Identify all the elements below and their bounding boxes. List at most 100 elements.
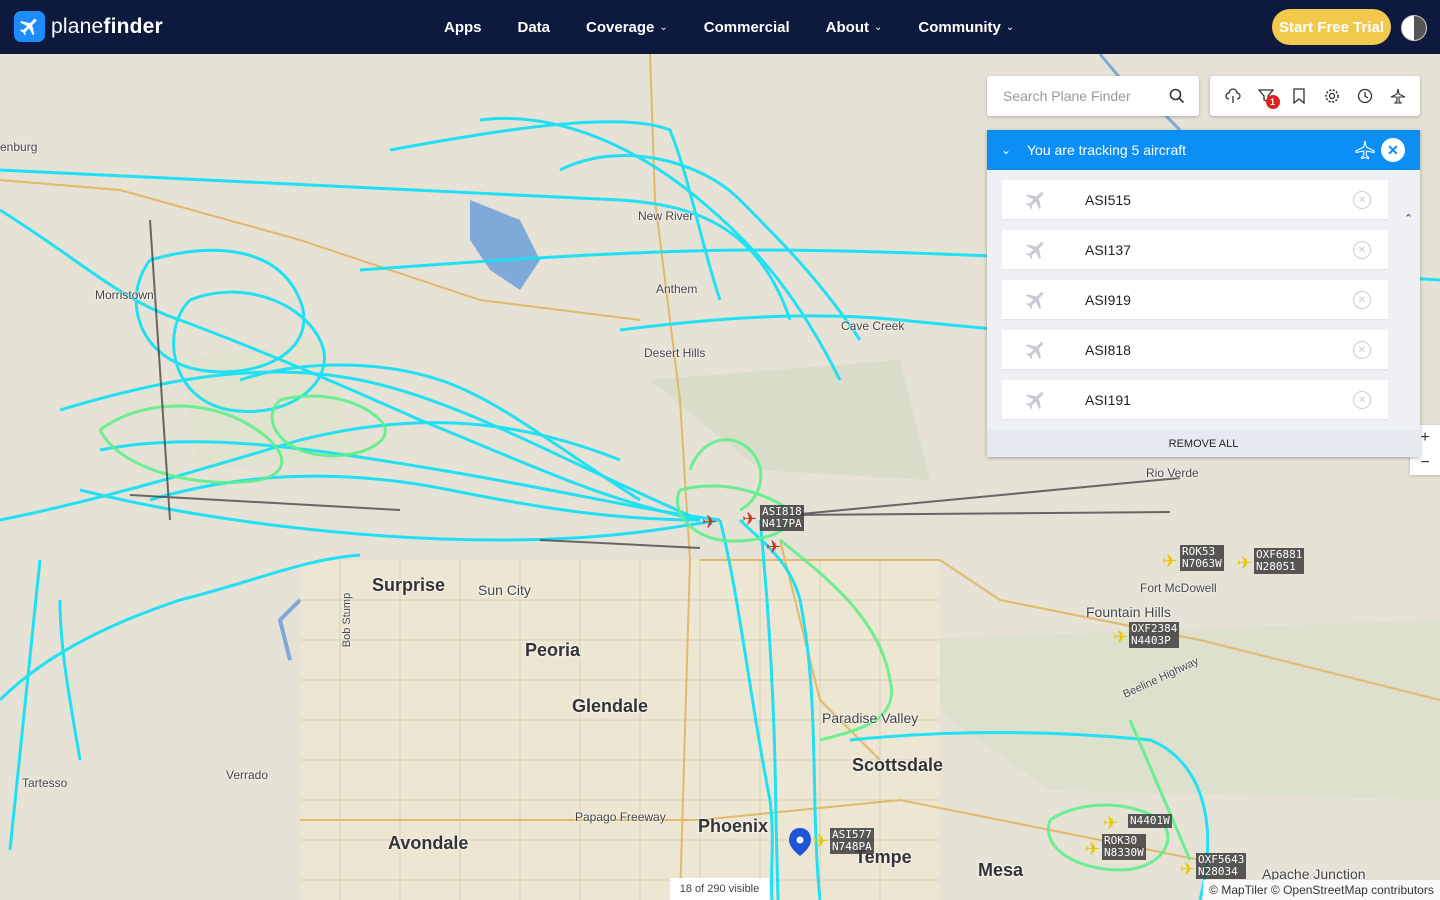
nav-commercial-label: Commercial <box>703 18 790 36</box>
search-icon[interactable] <box>1169 88 1185 109</box>
tracking-panel: ⌄ You are tracking 5 aircraft ✕ ASI515 ✕… <box>987 130 1420 457</box>
brand-logo[interactable]: planefinder <box>14 11 163 42</box>
place-label: Cave Creek <box>841 319 905 333</box>
place-label: Rio Verde <box>1146 466 1199 480</box>
chevron-down-icon[interactable]: ⌄ <box>1001 143 1013 157</box>
tracked-aircraft-callsign: ASI818 <box>1085 342 1131 358</box>
chevron-down-icon: ⌄ <box>1005 21 1015 33</box>
start-free-trial-button[interactable]: Start Free Trial <box>1272 9 1391 45</box>
avatar[interactable] <box>1401 15 1427 41</box>
aircraft-marker-icon[interactable]: ✈ <box>1180 860 1195 878</box>
tracking-header[interactable]: ⌄ You are tracking 5 aircraft ✕ <box>987 130 1420 170</box>
aircraft-marker-icon[interactable]: ✈ <box>702 513 717 531</box>
tracked-aircraft-callsign: ASI191 <box>1085 392 1131 408</box>
plane-icon <box>1024 338 1048 367</box>
place-label: New River <box>638 209 694 223</box>
flight-label[interactable]: OXF2384 N4403P <box>1129 622 1180 648</box>
app-root: planefinder Apps Data Coverage ⌄ Commerci… <box>0 0 1440 900</box>
brand-name-bold: finder <box>103 14 163 38</box>
plane-icon <box>1024 188 1048 217</box>
tracked-aircraft-item[interactable]: ASI191 ✕ <box>1002 380 1388 419</box>
flight-registration: N7063W <box>1182 557 1222 570</box>
brand-name: planefinder <box>51 15 163 39</box>
tracking-title: You are tracking 5 aircraft <box>1027 142 1187 158</box>
place-label: Verrado <box>226 768 269 782</box>
aircraft-marker-icon[interactable]: ✈ <box>1162 552 1177 570</box>
tracked-aircraft-list: ASI515 ✕ ASI137 ✕ ASI919 ✕ ASI818 ✕ ASI1… <box>987 170 1420 430</box>
bookmark-icon[interactable] <box>1288 85 1310 107</box>
city-label: Surprise <box>372 575 446 595</box>
city-label: Glendale <box>572 696 649 716</box>
place-label: Anthem <box>656 282 698 296</box>
remove-all-button[interactable]: REMOVE ALL <box>987 430 1420 457</box>
aircraft-marker-icon[interactable]: ✈ <box>742 510 757 528</box>
flight-label[interactable]: OXF6881 N28051 <box>1254 548 1305 574</box>
map-attribution[interactable]: © MapTiler © OpenStreetMap contributors <box>1203 880 1440 900</box>
aircraft-marker-icon[interactable]: ✈ <box>1085 840 1100 858</box>
filter-icon[interactable]: 1 <box>1255 85 1280 109</box>
place-label: Fort McDowell <box>1140 581 1217 595</box>
city-label: Mesa <box>978 860 1024 880</box>
nav-about-label: About <box>825 18 869 36</box>
aircraft-marker-icon[interactable]: ✈ <box>1103 814 1118 832</box>
tracked-aircraft-item[interactable]: ASI137 ✕ <box>1002 230 1388 269</box>
ar-plane-icon[interactable] <box>1387 85 1409 107</box>
search-box <box>987 76 1199 116</box>
city-label: Phoenix <box>698 816 769 836</box>
flight-label[interactable]: OXF5643 N28034 <box>1196 853 1247 879</box>
tracked-aircraft-item[interactable]: ASI515 ✕ <box>1002 180 1388 219</box>
remove-aircraft-icon[interactable]: ✕ <box>1353 391 1371 409</box>
flight-registration: N4403P <box>1131 634 1171 647</box>
place-label: enburg <box>0 140 38 154</box>
nav-data[interactable]: Data <box>518 19 551 36</box>
nav-coverage[interactable]: Coverage ⌄ <box>586 19 668 36</box>
aircraft-marker-icon[interactable]: ✈ <box>1113 628 1128 646</box>
plane-icon <box>1024 288 1048 317</box>
aircraft-marker-icon[interactable]: ✈ <box>766 538 781 556</box>
plane-icon <box>1024 388 1048 417</box>
flight-label[interactable]: ASI577 N748PA <box>830 828 874 854</box>
top-navbar: planefinder Apps Data Coverage ⌄ Commerci… <box>0 0 1440 54</box>
plane-icon <box>1024 238 1048 267</box>
nav-about[interactable]: About ⌄ <box>826 19 883 36</box>
tracked-aircraft-item[interactable]: ASI919 ✕ <box>1002 280 1388 319</box>
place-label: Sun City <box>478 582 531 598</box>
nav-data-label: Data <box>517 18 551 36</box>
aircraft-marker-icon[interactable]: ✈ <box>1237 554 1252 572</box>
flight-registration: N748PA <box>832 840 872 853</box>
flight-registration: N28034 <box>1198 865 1238 878</box>
flight-label[interactable]: ASI818 N417PA <box>760 505 804 531</box>
visible-count: 18 of 290 visible <box>670 878 769 900</box>
nav-commercial[interactable]: Commercial <box>704 19 790 36</box>
cloud-icon[interactable] <box>1222 85 1244 107</box>
place-label: Morristown <box>95 288 154 302</box>
nav-apps[interactable]: Apps <box>444 19 482 36</box>
place-label: Tartesso <box>22 776 68 790</box>
flight-label[interactable]: N4401W <box>1128 814 1172 828</box>
aircraft-marker-icon[interactable]: ✈ <box>813 832 828 850</box>
flight-label[interactable]: ROK53 N7063W <box>1180 545 1224 571</box>
place-label: Papago Freeway <box>575 810 666 824</box>
nav-community[interactable]: Community ⌄ <box>918 19 1014 36</box>
remove-aircraft-icon[interactable]: ✕ <box>1353 241 1371 259</box>
scroll-up-icon[interactable]: ⌃ <box>1404 212 1413 225</box>
remove-aircraft-icon[interactable]: ✕ <box>1353 341 1371 359</box>
nav-coverage-label: Coverage <box>586 18 655 36</box>
history-icon[interactable] <box>1354 85 1376 107</box>
settings-icon[interactable] <box>1321 85 1343 107</box>
nav-menu: Apps Data Coverage ⌄ Commercial About ⌄ Co… <box>426 0 1032 54</box>
plane-outline-icon <box>1355 140 1375 163</box>
place-label: Bob Stump <box>341 592 354 648</box>
nav-community-label: Community <box>918 18 1001 36</box>
close-tracking-button[interactable]: ✕ <box>1381 138 1405 162</box>
flight-label[interactable]: ROK30 N8330W <box>1102 834 1146 860</box>
tracked-aircraft-item[interactable]: ASI818 ✕ <box>1002 330 1388 369</box>
remove-aircraft-icon[interactable]: ✕ <box>1353 291 1371 309</box>
remove-aircraft-icon[interactable]: ✕ <box>1353 191 1371 209</box>
brand-name-light: plane <box>51 14 104 38</box>
flight-registration: N28051 <box>1256 560 1296 573</box>
chevron-down-icon: ⌄ <box>873 21 883 33</box>
place-label: Paradise Valley <box>822 710 919 726</box>
plane-logo-icon <box>14 11 45 42</box>
search-input[interactable] <box>1001 87 1165 105</box>
